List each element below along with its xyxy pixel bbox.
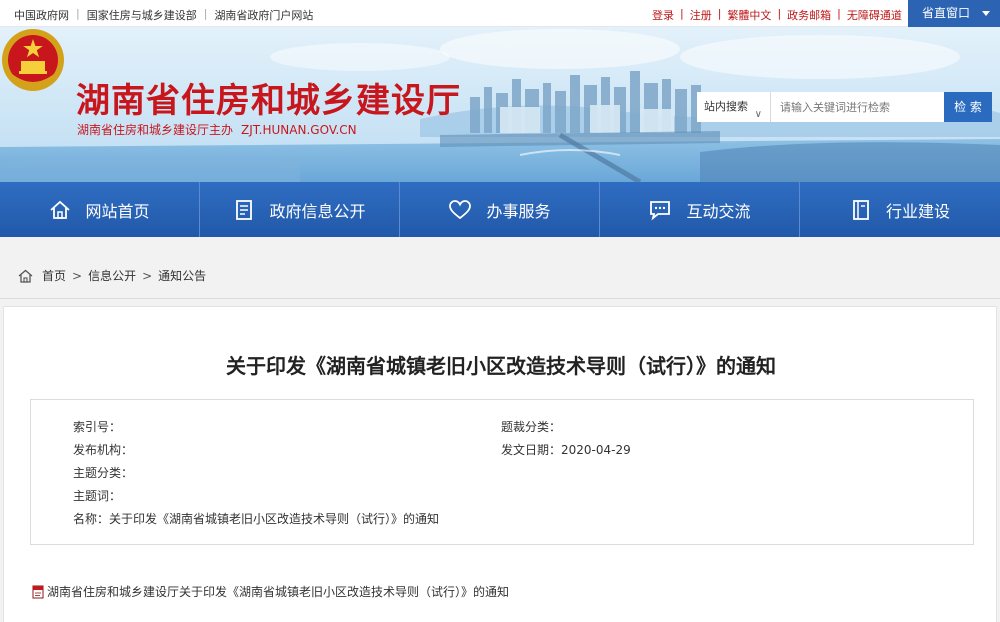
- accessibility-link[interactable]: 无障碍通道: [847, 7, 902, 23]
- meta-label: 题裁分类：: [501, 420, 562, 434]
- separator: |: [680, 7, 684, 20]
- main-navigation: 网站首页 政府信息公开 办事服务 互动交流 行业建设: [0, 182, 1000, 237]
- breadcrumb-home[interactable]: 首页: [42, 267, 66, 284]
- nav-item-label: 网站首页: [85, 201, 150, 221]
- search-bar: 站内搜索 ∨ 检 索: [697, 92, 992, 122]
- nav-item-gov-info[interactable]: 政府信息公开: [200, 182, 400, 237]
- breadcrumb-info-disclosure[interactable]: 信息公开: [88, 267, 136, 284]
- meta-label: 索引号：: [73, 420, 122, 434]
- meta-value: 2020-04-29: [561, 443, 631, 457]
- search-scope-select[interactable]: 站内搜索 ∨: [697, 92, 771, 122]
- nav-item-label: 办事服务: [486, 201, 551, 221]
- meta-keywords: 主题词：: [73, 487, 121, 504]
- province-window-label: 省直窗口: [922, 6, 971, 20]
- meta-index: 索引号：: [73, 418, 121, 435]
- attachment-link[interactable]: 湖南省住房和城乡建设厅关于印发《湖南省城镇老旧小区改造技术导则（试行）》的通知: [32, 583, 509, 600]
- breadcrumb: 首页 > 信息公开 > 通知公告: [0, 237, 1000, 299]
- meta-label: 主题词：: [73, 489, 122, 503]
- caret-down-icon: [982, 11, 990, 16]
- meta-publisher: 发布机构：: [73, 441, 133, 458]
- register-link[interactable]: 注册: [690, 7, 712, 23]
- article-title: 关于印发《湖南省城镇老旧小区改造技术导则（试行）》的通知: [226, 354, 776, 378]
- top-utility-bar: 中国政府网 | 国家住房与城乡建设部 | 湖南省政府门户网站 登录 | 注册 |…: [0, 0, 1000, 27]
- search-input[interactable]: [772, 92, 942, 122]
- separator: |: [76, 7, 80, 20]
- chat-icon: [650, 200, 671, 220]
- search-button[interactable]: 检 索: [944, 92, 992, 122]
- meta-date: 发文日期：2020-04-29: [501, 441, 631, 458]
- user-links: 登录 | 注册 | 繁體中文 | 政务邮箱 | 无障碍通道: [652, 7, 902, 23]
- link-mohurd[interactable]: 国家住房与城乡建设部: [87, 7, 197, 23]
- heart-icon: [449, 199, 472, 219]
- breadcrumb-separator: >: [72, 268, 83, 283]
- nav-item-home[interactable]: 网站首页: [0, 182, 200, 237]
- link-hunan-gov[interactable]: 湖南省政府门户网站: [214, 7, 313, 23]
- site-banner: 湖南省住房和城乡建设厅 湖南省住房和城乡建设厅主办 ZJT.HUNAN.GOV.C…: [0, 27, 1000, 182]
- nav-item-industry[interactable]: 行业建设: [800, 182, 1000, 237]
- nav-item-label: 互动交流: [686, 201, 751, 221]
- nav-item-label: 政府信息公开: [269, 201, 366, 221]
- separator: |: [837, 7, 841, 20]
- breadcrumb-notices[interactable]: 通知公告: [158, 267, 206, 284]
- separator: |: [203, 7, 208, 20]
- login-link[interactable]: 登录: [652, 7, 674, 23]
- chevron-down-icon: ∨: [754, 109, 762, 120]
- site-title: 湖南省住房和城乡建设厅: [76, 81, 461, 121]
- sponsor-text: 湖南省住房和城乡建设厅主办: [77, 123, 234, 137]
- meta-label: 发文日期：: [501, 443, 562, 457]
- meta-topic: 主题分类：: [73, 464, 133, 481]
- nav-item-interaction[interactable]: 互动交流: [600, 182, 800, 237]
- nav-item-services[interactable]: 办事服务: [400, 182, 600, 237]
- meta-genre: 题裁分类：: [501, 418, 561, 435]
- meta-label: 发布机构：: [73, 443, 134, 457]
- breadcrumb-separator: >: [142, 268, 153, 283]
- article-panel: 关于印发《湖南省城镇老旧小区改造技术导则（试行）》的通知 索引号： 题裁分类： …: [3, 306, 997, 622]
- article-metadata-box: 索引号： 题裁分类： 发布机构： 发文日期：2020-04-29 主题分类： 主…: [30, 399, 974, 545]
- document-icon: [236, 199, 253, 220]
- gov-mail-link[interactable]: 政务邮箱: [787, 7, 831, 23]
- external-links: 中国政府网 | 国家住房与城乡建设部 | 湖南省政府门户网站: [14, 7, 313, 23]
- pdf-file-icon: [32, 585, 44, 598]
- search-scope-label: 站内搜索: [704, 100, 748, 113]
- site-subtitle: 湖南省住房和城乡建设厅主办 ZJT.HUNAN.GOV.CN: [77, 121, 357, 138]
- meta-name: 名称：关于印发《湖南省城镇老旧小区改造技术导则（试行）》的通知: [73, 510, 439, 527]
- traditional-chinese-link[interactable]: 繁體中文: [727, 7, 771, 23]
- separator: |: [717, 7, 722, 20]
- site-domain: ZJT.HUNAN.GOV.CN: [241, 123, 357, 137]
- breadcrumb-trail: 首页 > 信息公开 > 通知公告: [18, 267, 206, 284]
- book-icon: [853, 199, 869, 220]
- nav-item-label: 行业建设: [885, 201, 950, 221]
- separator: |: [777, 7, 782, 20]
- province-window-dropdown[interactable]: 省直窗口: [908, 0, 1000, 27]
- meta-label: 名称：: [73, 512, 110, 526]
- national-emblem-icon: [2, 29, 64, 91]
- meta-label: 主题分类：: [73, 466, 134, 480]
- attachment-title: 湖南省住房和城乡建设厅关于印发《湖南省城镇老旧小区改造技术导则（试行）》的通知: [47, 585, 510, 599]
- home-icon: [18, 269, 33, 283]
- link-gov-cn[interactable]: 中国政府网: [14, 7, 69, 23]
- meta-value: 关于印发《湖南省城镇老旧小区改造技术导则（试行）》的通知: [109, 512, 440, 526]
- home-icon: [50, 200, 71, 219]
